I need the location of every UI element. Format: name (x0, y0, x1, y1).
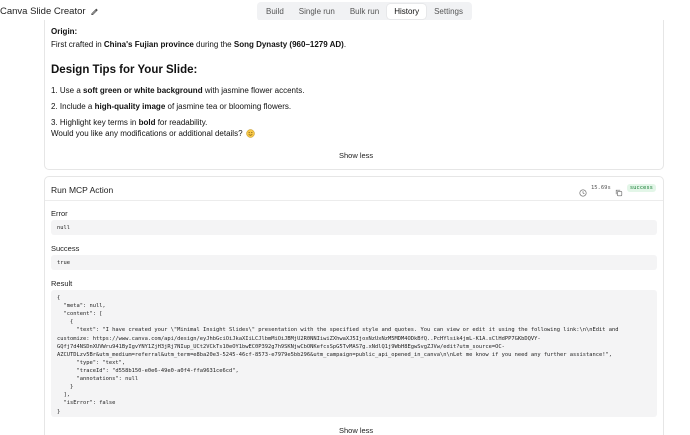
question-text: Would you like any modifications or addi… (51, 129, 243, 138)
tip-3-post: for readability. (155, 118, 208, 127)
mcp-action-meta: 15.69s success (579, 184, 656, 197)
success-label: Success (51, 244, 80, 253)
origin-line: First crafted in China's Fujian province… (51, 40, 346, 49)
tip-1-pre: 1. Use a (51, 86, 84, 95)
tab-build[interactable]: Build (259, 4, 291, 19)
origin-end: . (343, 40, 347, 49)
result-value: { "meta": null, "content": [ { "text": "… (51, 290, 657, 417)
tab-bulk-run[interactable]: Bulk run (343, 4, 386, 19)
pencil-icon[interactable] (90, 7, 99, 16)
origin-label: Origin: (51, 27, 78, 36)
tip-3-bold: bold (138, 118, 156, 127)
tip-3-pre: 3. Highlight key terms in (51, 118, 139, 127)
origin-mid: during the (193, 40, 234, 49)
response-card: Origin: First crafted in China's Fujian … (44, 20, 664, 170)
origin-prefix: First crafted in (51, 40, 104, 49)
tab-settings[interactable]: Settings (427, 4, 470, 19)
origin-era: Song Dynasty (960–1279 AD) (233, 40, 344, 49)
tab-history[interactable]: History (387, 4, 427, 19)
tip-2-post: of jasmine tea or blooming flowers. (165, 102, 292, 111)
clock-icon (579, 184, 587, 197)
tab-single-run[interactable]: Single run (292, 4, 342, 19)
show-less-result-button[interactable]: Show less (339, 426, 373, 435)
tip-1-post: with jasmine flower accents. (202, 86, 305, 95)
app-title-text: Canva Slide Creator (0, 6, 86, 17)
error-label: Error (51, 209, 68, 218)
app-title: Canva Slide Creator (0, 6, 99, 17)
follow-up-question: Would you like any modifications or addi… (51, 129, 255, 138)
mcp-action-title: Run MCP Action (51, 185, 114, 195)
tip-item: 1. Use a soft green or white background … (51, 86, 304, 95)
tip-1-bold: soft green or white background (83, 86, 203, 95)
mcp-action-card: Run MCP Action 15.69s success Error null… (44, 176, 664, 435)
mcp-action-header[interactable]: Run MCP Action 15.69s success (45, 177, 663, 201)
tip-2-bold: high-quality image (94, 102, 166, 111)
status-badge: success (626, 184, 656, 192)
tip-item: 3. Highlight key terms in bold for reada… (51, 118, 207, 127)
result-label: Result (51, 279, 73, 288)
design-tips-heading: Design Tips for Your Slide: (51, 64, 198, 76)
duration-value: 15.69s (590, 185, 611, 191)
tip-2-pre: 2. Include a (51, 102, 95, 111)
smiling-face-icon (245, 129, 255, 138)
mode-tabs: Build Single run Bulk run History Settin… (257, 2, 472, 21)
origin-place: China's Fujian province (103, 40, 194, 49)
copy-icon[interactable] (615, 184, 623, 197)
show-less-button[interactable]: Show less (339, 151, 373, 160)
tip-item: 2. Include a high-quality image of jasmi… (51, 102, 291, 111)
error-value: null (51, 220, 657, 235)
success-value: true (51, 255, 657, 270)
